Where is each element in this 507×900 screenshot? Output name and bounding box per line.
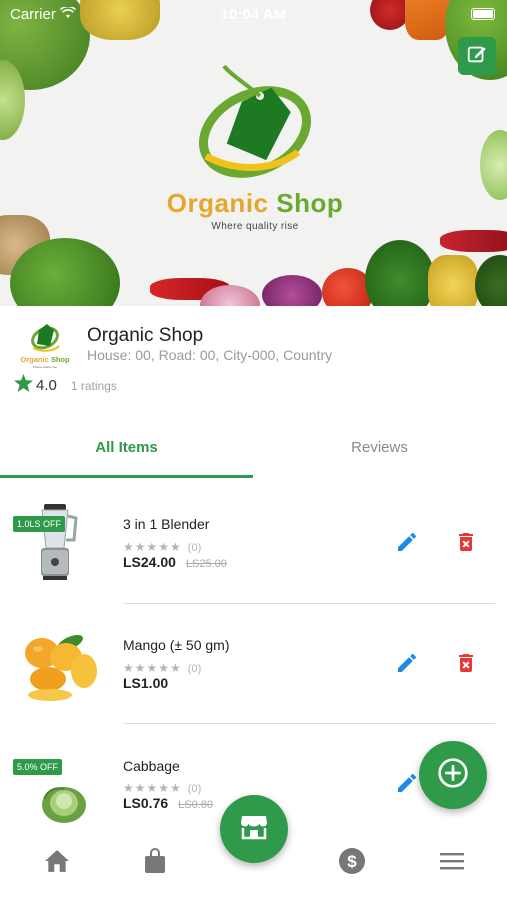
bag-icon [144,847,166,879]
nav-store-button[interactable] [220,795,288,863]
shop-info: Organic Shop Where quality rise Organic … [0,306,507,406]
product-rating: ★★★★★ (0) [123,540,201,554]
delete-product-button[interactable] [452,530,480,558]
rating-value: 4.0 [36,377,57,394]
vegetable-decoration [428,255,478,306]
nav-home[interactable] [42,848,72,878]
product-price: LS1.00 [123,675,168,691]
nav-orders[interactable] [140,847,170,879]
add-product-button[interactable] [419,741,487,809]
list-item[interactable]: 1.0LS OFF 3 in 1 Blender ★★★★★ (0) LS24.0… [0,482,507,604]
svg-text:Where quality rise: Where quality rise [33,365,57,369]
tab-all-items[interactable]: All Items [0,425,253,478]
shop-rating: 4.0 1 ratings [14,374,117,397]
star-icon [14,374,33,397]
logo-title-shop: Shop [276,188,344,218]
old-price: LS0.80 [178,799,214,811]
product-rating: ★★★★★ (0) [123,661,201,675]
logo-tagline: Where quality rise [211,221,299,232]
tab-bar: All Items Reviews [0,425,507,481]
current-price: LS24.00 [123,554,176,570]
banner-logo: Organic Shop Where quality rise [160,60,350,240]
product-image [12,621,98,705]
svg-text:$: $ [347,852,357,871]
vegetable-decoration [480,130,507,200]
edit-product-button[interactable] [393,651,421,679]
home-icon [44,849,70,878]
product-price: LS24.00 LS25.00 [123,554,227,570]
vegetable-decoration [262,275,322,306]
review-count: (0) [187,783,202,795]
product-rating: ★★★★★ (0) [123,781,201,795]
status-bar: Carrier 10:04 AM [0,0,507,30]
status-time: 10:04 AM [220,6,287,23]
pencil-icon [395,530,419,559]
discount-badge: 5.0% OFF [13,759,63,775]
product-name: Cabbage [123,758,180,774]
delete-product-button[interactable] [452,651,480,679]
product-price: LS0.76 LS0.80 [123,795,213,811]
logo-title: Organic Shop [160,188,350,219]
rating-stars: ★★★★★ [123,661,182,675]
plus-circle-icon [437,757,469,794]
discount-badge: 1.0LS OFF [13,516,66,532]
rating-count: 1 ratings [70,378,117,393]
svg-text:Organic Shop: Organic Shop [20,355,70,364]
shop-name: Organic Shop [87,325,204,346]
store-icon [240,814,268,845]
list-item[interactable]: Mango (± 50 gm) ★★★★★ (0) LS1.00 [0,603,507,724]
pencil-icon [395,651,419,680]
edit-product-button[interactable] [393,530,421,558]
nav-earnings[interactable]: $ [337,847,367,880]
tab-reviews[interactable]: Reviews [253,425,506,478]
product-name: Mango (± 50 gm) [123,637,230,653]
review-count: (0) [187,663,202,675]
edit-banner-button[interactable] [458,37,496,75]
price-tag-icon [198,64,312,178]
vegetable-decoration [440,230,507,252]
current-price: LS0.76 [123,795,169,811]
pencil-icon [395,771,419,800]
rating-stars: ★★★★★ [123,540,182,554]
shop-logo: Organic Shop Where quality rise [17,318,73,372]
product-name: 3 in 1 Blender [123,516,210,532]
trash-icon [454,530,478,559]
old-price: LS25.00 [185,558,227,570]
dollar-icon: $ [338,847,366,880]
menu-icon [439,851,465,876]
vegetable-decoration [365,240,435,306]
rating-stars: ★★★★★ [123,781,182,795]
nav-menu[interactable] [437,848,467,878]
trash-icon [454,651,478,680]
product-image [12,500,98,584]
product-image [12,741,98,825]
edit-product-button[interactable] [393,771,421,799]
current-price: LS1.00 [123,675,169,691]
battery-icon [471,8,495,20]
edit-square-icon [466,43,488,70]
logo-title-organic: Organic [166,188,269,218]
shop-address: House: 00, Road: 00, City-000, Country [87,347,333,363]
vegetable-decoration [475,255,507,306]
review-count: (0) [187,542,202,554]
shop-banner: Carrier 10:04 AM Organic Shop Where qual… [0,0,507,306]
